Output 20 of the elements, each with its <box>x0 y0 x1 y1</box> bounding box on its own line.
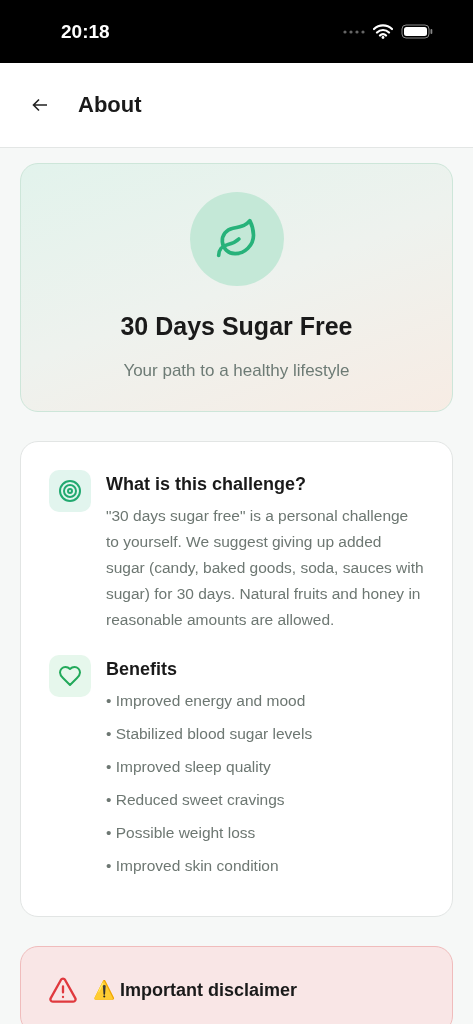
wifi-icon <box>373 24 393 39</box>
benefit-item: • Stabilized blood sugar levels <box>106 724 313 744</box>
battery-icon <box>401 24 433 39</box>
section-title: Benefits <box>106 659 178 680</box>
hero-subtitle: Your path to a healthy lifestyle <box>123 361 350 381</box>
disclaimer-title: ⚠ Important disclaimer <box>93 979 298 1001</box>
target-icon <box>49 470 91 512</box>
benefit-item: • Improved skin condition <box>106 856 280 876</box>
benefit-item: • Improved energy and mood <box>106 691 307 711</box>
benefit-item: • Reduced sweet cravings <box>106 790 286 810</box>
page-title: About <box>78 92 142 118</box>
section-text: "30 days sugar free" is a personal challenge to yourself. We suggest giving up added sugar (candy, baked goods, soda, sauces with sugar) for 30 days. Natural fruits and honey in reasonable amounts are allowed. <box>106 506 424 630</box>
section-title: What is this challenge? <box>106 474 308 495</box>
back-button[interactable] <box>32 98 48 112</box>
hero-title: 30 Days Sugar Free <box>120 312 353 341</box>
benefit-item: • Possible weight loss <box>106 823 257 843</box>
signal-icon <box>343 29 365 34</box>
warning-icon <box>49 977 77 1003</box>
benefit-item: • Improved sleep quality <box>106 757 272 777</box>
status-time: 20:18 <box>61 20 110 43</box>
